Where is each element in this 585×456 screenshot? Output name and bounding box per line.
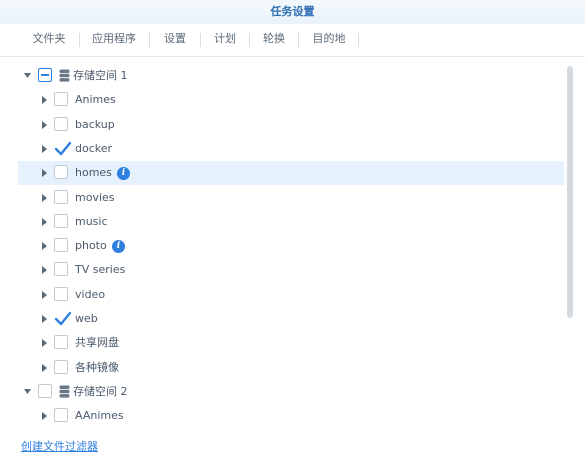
expand-arrow-icon[interactable] (39, 289, 49, 301)
tab-divider (298, 33, 299, 47)
tab-divider (79, 33, 80, 47)
folder-checkbox[interactable] (54, 359, 68, 374)
tree-item-label: backup (75, 117, 115, 131)
tree-folder-row[interactable]: Animes (18, 88, 564, 112)
tab-bar: 文件夹 应用程序 设置 计划 轮换 目的地 (0, 24, 585, 56)
collapse-arrow-icon[interactable] (23, 386, 33, 398)
tree-folder-row[interactable]: 共享网盘 (18, 331, 564, 355)
tab-rotation[interactable]: 轮换 (254, 24, 294, 56)
storage-volume-icon (59, 69, 70, 82)
tab-divider (149, 33, 150, 47)
tree-item-label: TV series (75, 263, 126, 277)
folder-checkbox[interactable] (54, 189, 68, 204)
storage-volume-icon (59, 385, 70, 398)
folder-checkbox[interactable] (54, 311, 72, 326)
folder-checkbox[interactable] (54, 92, 68, 107)
tab-folders[interactable]: 文件夹 (22, 24, 76, 56)
expand-arrow-icon[interactable] (39, 143, 49, 155)
tree-folder-row[interactable]: 各种镜像 (18, 356, 564, 380)
tree-item-label: AAnimes (75, 409, 124, 423)
checkmark-icon (54, 141, 72, 156)
tree-folder-row[interactable]: photo i (18, 234, 564, 258)
folder-checkbox[interactable] (54, 335, 68, 350)
create-file-filter-link[interactable]: 创建文件过滤器 (21, 438, 98, 454)
tree-folder-row[interactable]: web (18, 307, 564, 331)
expand-arrow-icon[interactable] (39, 167, 49, 179)
expand-arrow-icon[interactable] (39, 313, 49, 325)
tree-scrollbar[interactable] (567, 66, 573, 318)
expand-arrow-icon[interactable] (39, 94, 49, 106)
folder-checkbox[interactable] (38, 383, 52, 398)
tab-applications[interactable]: 应用程序 (84, 24, 144, 56)
folder-checkbox[interactable] (54, 238, 68, 253)
tree-item-label: photo (75, 239, 107, 253)
tree-item-label: 存储空间 2 (73, 384, 128, 398)
tree-folder-row[interactable]: docker (18, 137, 564, 161)
tree-folder-row[interactable]: AAnimes (18, 404, 564, 428)
window-title: 任务设置 (0, 0, 585, 24)
tree-item-label: 共享网盘 (75, 336, 119, 350)
tab-divider (249, 33, 250, 47)
folder-tree: 存储空间 1 Animes backup docker homes i movies musi… (18, 64, 564, 431)
info-icon[interactable]: i (112, 240, 125, 254)
expand-arrow-icon[interactable] (39, 192, 49, 204)
tab-schedule[interactable]: 计划 (205, 24, 245, 56)
tree-volume-row[interactable]: 存储空间 2 (18, 380, 564, 404)
folder-checkbox[interactable] (54, 141, 72, 156)
tree-item-label: video (75, 287, 106, 301)
expand-arrow-icon[interactable] (39, 410, 49, 422)
info-icon[interactable]: i (117, 167, 130, 181)
expand-arrow-icon[interactable] (39, 119, 49, 131)
tree-folder-row[interactable]: music (18, 210, 564, 234)
tree-item-label: Animes (75, 93, 116, 107)
expand-arrow-icon[interactable] (39, 362, 49, 374)
tree-folder-row[interactable]: video (18, 283, 564, 307)
checkmark-icon (54, 311, 72, 326)
tree-item-label: movies (75, 190, 115, 204)
folder-checkbox[interactable] (54, 408, 68, 423)
tree-item-label: docker (75, 141, 113, 155)
tab-settings[interactable]: 设置 (154, 24, 196, 56)
tree-item-label: web (75, 312, 98, 325)
expand-arrow-icon[interactable] (39, 337, 49, 349)
folder-checkbox[interactable] (54, 262, 68, 277)
tree-folder-row[interactable]: TV series (18, 258, 564, 282)
tree-item-label: 存储空间 1 (73, 69, 128, 82)
folder-checkbox[interactable] (38, 68, 52, 82)
folder-checkbox[interactable] (54, 213, 68, 228)
tree-item-label: music (75, 214, 108, 228)
tab-divider (358, 33, 359, 47)
expand-arrow-icon[interactable] (39, 216, 49, 228)
folder-checkbox[interactable] (54, 165, 68, 180)
collapse-arrow-icon[interactable] (23, 70, 33, 82)
tree-folder-row[interactable]: backup (18, 113, 564, 137)
tree-item-label: 各种镜像 (75, 360, 119, 374)
tree-folder-row[interactable]: homes i (18, 161, 564, 186)
tab-destination[interactable]: 目的地 (303, 24, 355, 56)
folder-checkbox[interactable] (54, 116, 68, 131)
tree-volume-row[interactable]: 存储空间 1 (18, 64, 564, 88)
expand-arrow-icon[interactable] (39, 240, 49, 252)
expand-arrow-icon[interactable] (39, 264, 49, 276)
tree-item-label: homes (75, 166, 112, 180)
tab-underline-divider (0, 56, 585, 57)
tree-folder-row[interactable]: movies (18, 186, 564, 210)
tab-divider (200, 33, 201, 47)
folder-checkbox[interactable] (54, 286, 68, 301)
